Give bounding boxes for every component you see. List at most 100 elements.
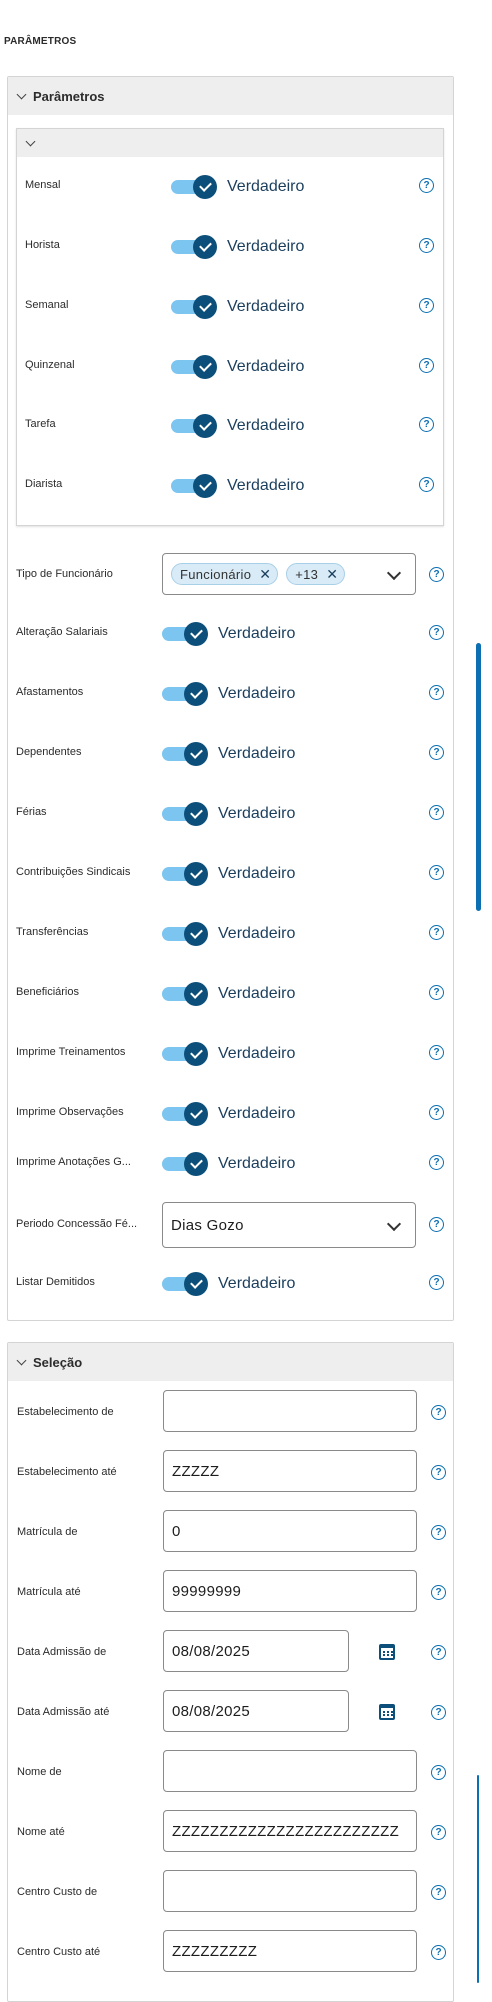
field-label: Beneficiários [16,986,79,998]
help-icon[interactable]: ? [429,745,444,760]
help-icon[interactable]: ? [431,1765,446,1780]
calendar-icon[interactable] [379,1644,395,1660]
text-field[interactable]: 99999999 [163,1570,417,1612]
help-icon[interactable]: ? [419,358,434,373]
selecao-field-row: Nome de? [8,1750,453,1794]
toggle-switch[interactable] [162,1041,210,1067]
chevron-down-icon[interactable] [386,1216,402,1232]
selecao-field-row: Data Admissão até 08/08/2025? [8,1690,453,1734]
toggle-switch[interactable] [171,294,219,320]
toggle-knob [193,355,217,379]
field-label: Estabelecimento de [17,1406,114,1418]
toggle-value: Verdadeiro [227,358,305,375]
help-icon[interactable]: ? [429,685,444,700]
help-icon[interactable]: ? [429,985,444,1000]
toggle-switch[interactable] [171,174,219,200]
text-field[interactable]: ZZZZZZZZZZZZZZZZZZZZZZZZ [163,1810,417,1852]
scrollbar-thumb-secondary[interactable] [477,1775,479,1983]
toggle-switch[interactable] [162,861,210,887]
selecao-field-row: Estabelecimento de? [8,1390,453,1434]
help-icon[interactable]: ? [431,1945,446,1960]
field-label: Centro Custo até [17,1946,101,1958]
check-icon [198,179,212,192]
toggle-switch[interactable] [162,1271,210,1297]
toggle-switch[interactable] [162,1151,210,1177]
help-icon[interactable]: ? [419,477,434,492]
remove-tag-icon[interactable]: ✕ [326,566,338,583]
field-label: Centro Custo de [17,1886,98,1898]
field-label: Imprime Treinamentos [16,1046,126,1058]
remove-tag-icon[interactable]: ✕ [259,566,271,583]
help-icon[interactable]: ? [431,1645,446,1660]
toggle-switch[interactable] [162,1101,210,1127]
help-icon[interactable]: ? [429,1105,444,1120]
parametros-header[interactable]: Parâmetros [8,77,453,115]
toggle-value: Verdadeiro [218,1045,296,1062]
toggle-row: Alteração Salariais Verdadeiro? [8,617,453,647]
help-icon[interactable]: ? [431,1825,446,1840]
calendar-icon[interactable] [379,1704,395,1720]
toggle-value: Verdadeiro [227,298,305,315]
help-icon[interactable]: ? [419,417,434,432]
selecao-header[interactable]: Seleção [8,1343,453,1381]
field-value: ZZZZZ [172,1462,220,1480]
help-icon[interactable]: ? [429,805,444,820]
date-field[interactable]: 08/08/2025 [163,1630,349,1672]
tipo-folha-header[interactable] [17,129,443,157]
toggle-switch[interactable] [162,921,210,947]
parametros-title: Parâmetros [33,88,105,104]
text-field[interactable] [163,1870,417,1912]
date-field[interactable]: 08/08/2025 [163,1690,349,1732]
selecao-field-row: Nome até ZZZZZZZZZZZZZZZZZZZZZZZZ? [8,1810,453,1854]
field-label: Alteração Salariais [16,626,108,638]
select-value: Dias Gozo [171,1216,244,1234]
tipo-funcionario-row: Tipo de Funcionário Funcionário ✕ +13 ✕? [8,553,453,597]
check-icon [198,418,212,431]
toggle-switch[interactable] [171,413,219,439]
help-icon[interactable]: ? [429,625,444,640]
text-field[interactable]: ZZZZZ [163,1450,417,1492]
help-icon[interactable]: ? [429,567,444,582]
help-icon[interactable]: ? [429,1217,444,1232]
text-field[interactable] [163,1750,417,1792]
help-icon[interactable]: ? [419,178,434,193]
help-icon[interactable]: ? [429,865,444,880]
toggle-knob [184,1272,208,1296]
toggle-switch[interactable] [171,354,219,380]
help-icon[interactable]: ? [429,1155,444,1170]
toggle-switch[interactable] [162,741,210,767]
toggle-switch[interactable] [162,621,210,647]
toggle-switch[interactable] [171,234,219,260]
tipo-funcionario-select[interactable]: Funcionário ✕ +13 ✕ [162,553,416,595]
help-icon[interactable]: ? [431,1585,446,1600]
help-icon[interactable]: ? [431,1705,446,1720]
toggle-row: Tarefa Verdadeiro? [17,409,443,439]
field-label: Férias [16,806,47,818]
toggle-value: Verdadeiro [218,925,296,942]
text-field[interactable] [163,1390,417,1432]
help-icon[interactable]: ? [419,238,434,253]
selecao-title: Seleção [33,1354,83,1370]
toggle-switch[interactable] [162,801,210,827]
text-field[interactable]: ZZZZZZZZZ [163,1930,417,1972]
scrollbar-thumb[interactable] [476,643,481,911]
help-icon[interactable]: ? [429,1045,444,1060]
help-icon[interactable]: ? [431,1525,446,1540]
tipo-folha-panel: Mensal Verdadeiro? Horista Verdadeiro? Seman… [16,128,444,526]
check-icon [189,686,203,699]
toggle-switch[interactable] [171,473,219,499]
toggle-knob [193,474,217,498]
toggle-switch[interactable] [162,681,210,707]
check-icon [189,1276,203,1289]
help-icon[interactable]: ? [429,1275,444,1290]
help-icon[interactable]: ? [431,1885,446,1900]
text-field[interactable]: 0 [163,1510,417,1552]
toggle-switch[interactable] [162,981,210,1007]
help-icon[interactable]: ? [431,1405,446,1420]
help-icon[interactable]: ? [431,1465,446,1480]
chevron-down-icon[interactable] [386,565,402,581]
help-icon[interactable]: ? [429,925,444,940]
help-icon[interactable]: ? [419,298,434,313]
field-label: Data Admissão até [17,1706,110,1718]
periodo-select[interactable]: Dias Gozo [162,1202,416,1248]
